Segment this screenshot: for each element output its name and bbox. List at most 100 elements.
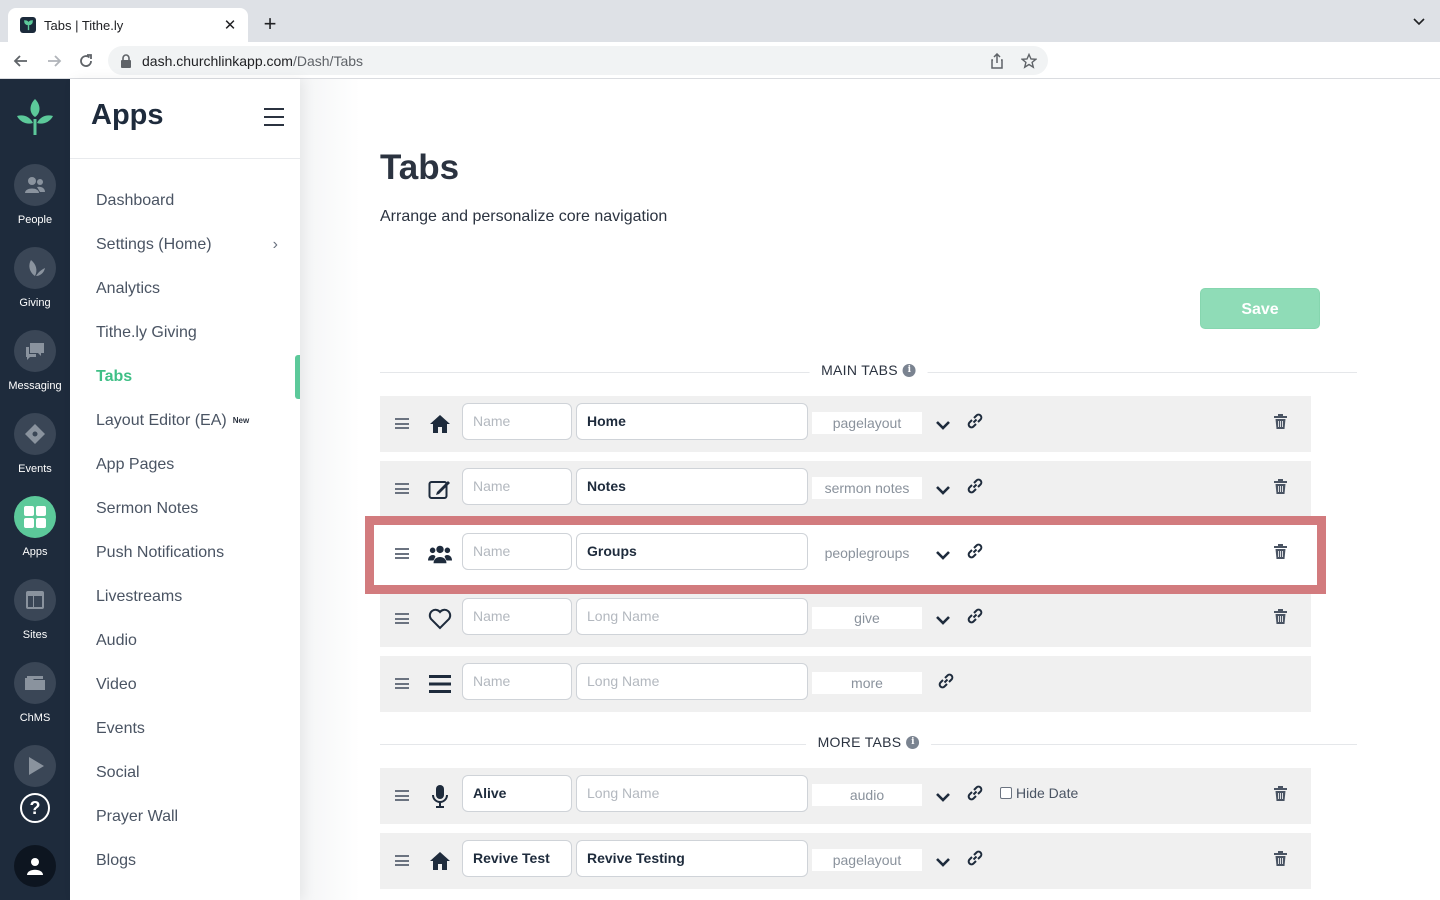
chevron-down-icon[interactable] [934, 611, 952, 629]
user-icon [27, 858, 43, 875]
sidebar-item-events[interactable]: Events [70, 707, 300, 751]
checkbox[interactable] [1000, 787, 1012, 799]
drag-handle-icon[interactable] [395, 418, 409, 429]
sidebar-item-dashboard[interactable]: Dashboard [70, 179, 300, 223]
link-icon[interactable] [937, 672, 955, 690]
tab-long-name-input[interactable]: Long Name [576, 775, 808, 812]
sidebar-item-label: Livestreams [96, 588, 183, 605]
sidebar-item-settings-home[interactable]: Settings (Home) › [70, 223, 300, 267]
tab-type-label: pagelayout [812, 849, 922, 871]
tab-name-input[interactable]: Alive [462, 775, 572, 812]
tab-long-name-input[interactable]: Long Name [576, 598, 808, 635]
rail-item-events[interactable]: Events [0, 413, 70, 475]
share-icon[interactable] [989, 53, 1005, 69]
hide-date-checkbox[interactable]: Hide Date [1000, 785, 1078, 801]
leaf-icon [29, 260, 45, 276]
sidebar-item-push-notifications[interactable]: Push Notifications [70, 531, 300, 575]
tab-type-label: give [812, 607, 922, 629]
chevron-down-icon[interactable] [934, 481, 952, 499]
drag-handle-icon[interactable] [395, 483, 409, 494]
tab-long-name-input[interactable]: Notes [576, 468, 808, 505]
apps-sidebar: Apps Dashboard Settings (Home) › Analytic… [70, 79, 300, 900]
bookmark-star-icon[interactable] [1021, 53, 1037, 69]
hamburger-menu-icon[interactable] [264, 108, 284, 126]
rail-item-chms[interactable]: ChMS [0, 662, 70, 724]
trash-icon[interactable] [1274, 786, 1287, 801]
tab-type-label: more [812, 672, 922, 694]
browser-tab[interactable]: Tabs | Tithe.ly ✕ [8, 8, 248, 42]
forward-button[interactable] [43, 50, 65, 72]
tithely-logo-icon[interactable] [15, 97, 55, 137]
info-icon[interactable]: i [902, 363, 916, 377]
rail-item-sites[interactable]: Sites [0, 579, 70, 641]
sidebar-item-livestreams[interactable]: Livestreams [70, 575, 300, 619]
tab-name-input[interactable]: Name [462, 598, 572, 635]
link-icon[interactable] [966, 607, 984, 625]
close-tab-icon[interactable]: ✕ [222, 16, 238, 34]
tab-long-name-input[interactable]: Home [576, 403, 808, 440]
rail-item-people[interactable]: People [0, 164, 70, 226]
trash-icon[interactable] [1274, 609, 1287, 624]
sidebar-item-sermon-notes[interactable]: Sermon Notes [70, 487, 300, 531]
address-bar[interactable]: dash.churchlinkapp.com/Dash/Tabs [108, 46, 1048, 75]
rail-item-giving[interactable]: Giving [0, 247, 70, 309]
link-icon[interactable] [966, 477, 984, 495]
edit-note-icon[interactable] [428, 477, 452, 501]
tab-name-input[interactable]: Revive Test [462, 840, 572, 877]
sidebar-item-social[interactable]: Social [70, 751, 300, 795]
trash-icon[interactable] [1274, 479, 1287, 494]
reload-button[interactable] [75, 50, 97, 72]
microphone-icon[interactable] [428, 784, 452, 808]
url-path: /Dash/Tabs [292, 52, 364, 69]
trash-icon[interactable] [1274, 414, 1287, 429]
drag-handle-icon[interactable] [395, 790, 409, 801]
heart-icon[interactable] [428, 607, 452, 631]
drag-handle-icon[interactable] [395, 678, 409, 689]
sidebar-item-label: Social [96, 764, 140, 781]
chevron-down-icon[interactable] [934, 788, 952, 806]
back-button[interactable] [10, 50, 32, 72]
tab-name-input[interactable]: Name [462, 468, 572, 505]
more-tabs-heading-text: MORE TABS i [805, 734, 932, 750]
tab-search-chevron-icon[interactable] [1412, 14, 1426, 28]
hide-date-label: Hide Date [1016, 785, 1079, 801]
sidebar-item-blogs[interactable]: Blogs [70, 839, 300, 883]
tab-name-input[interactable]: Name [462, 663, 572, 700]
sidebar-item-app-pages[interactable]: App Pages [70, 443, 300, 487]
link-icon[interactable] [966, 784, 984, 802]
link-icon[interactable] [966, 412, 984, 430]
trash-icon[interactable] [1274, 851, 1287, 866]
save-button[interactable]: Save [1200, 288, 1320, 329]
user-avatar[interactable] [14, 845, 56, 887]
apps-grid-icon [24, 506, 46, 528]
sidebar-item-video[interactable]: Video [70, 663, 300, 707]
home-icon[interactable] [428, 849, 452, 873]
people-icon [25, 177, 45, 193]
tab-long-name-input[interactable]: Long Name [576, 663, 808, 700]
rail-messaging-circle [14, 330, 56, 372]
sidebar-item-tabs[interactable]: Tabs [70, 355, 300, 399]
sidebar-item-layout-editor[interactable]: Layout Editor (EA) New [70, 399, 300, 443]
help-icon[interactable]: ? [20, 793, 50, 823]
tab-name-input[interactable]: Name [462, 403, 572, 440]
menu-icon[interactable] [428, 672, 452, 696]
info-icon[interactable]: i [906, 735, 920, 749]
tab-row: Name Home pagelayout [380, 396, 1311, 452]
drag-handle-icon[interactable] [395, 613, 409, 624]
sidebar-item-tithely-giving[interactable]: Tithe.ly Giving [70, 311, 300, 355]
sidebar-item-analytics[interactable]: Analytics [70, 267, 300, 311]
tab-long-name-input[interactable]: Revive Testing [576, 840, 808, 877]
chevron-down-icon[interactable] [934, 416, 952, 434]
rail-item-messaging[interactable]: Messaging [0, 330, 70, 392]
sidebar-item-prayer-wall[interactable]: Prayer Wall [70, 795, 300, 839]
drag-handle-icon[interactable] [395, 855, 409, 866]
sidebar-item-label: Sermon Notes [96, 500, 199, 517]
home-icon[interactable] [428, 412, 452, 436]
chevron-down-icon[interactable] [934, 853, 952, 871]
new-tab-button[interactable]: + [258, 12, 282, 36]
link-icon[interactable] [966, 849, 984, 867]
rail-item-media[interactable] [0, 745, 70, 787]
sidebar-item-audio[interactable]: Audio [70, 619, 300, 663]
tab-type-label: audio [812, 784, 922, 806]
rail-item-apps[interactable]: Apps [0, 496, 70, 558]
